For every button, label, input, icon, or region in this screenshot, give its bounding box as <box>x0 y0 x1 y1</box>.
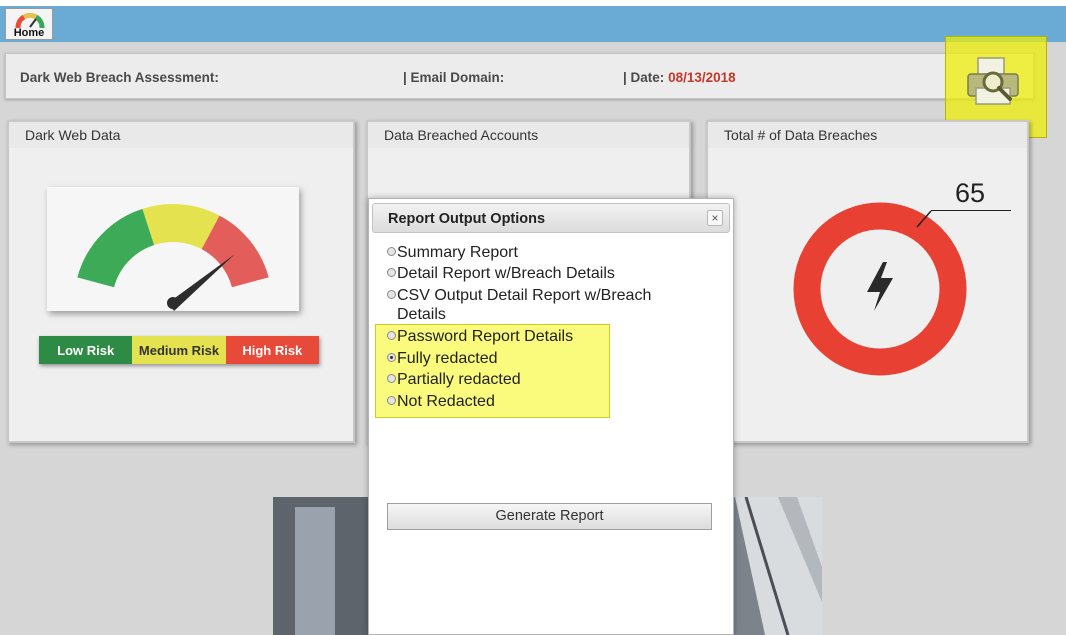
option-password-report[interactable]: Password Report Details <box>387 327 697 346</box>
radio-button[interactable] <box>387 396 396 405</box>
option-not-redacted[interactable]: Not Redacted <box>387 392 697 411</box>
report-output-dialog: Report Output Options × Summary Report D… <box>368 198 734 635</box>
radio-button[interactable] <box>387 374 396 383</box>
radio-button[interactable] <box>387 247 396 256</box>
radio-button[interactable] <box>387 268 396 277</box>
generate-report-button[interactable]: Generate Report <box>387 503 712 530</box>
option-detail-report[interactable]: Detail Report w/Breach Details <box>387 264 697 283</box>
radio-button[interactable] <box>387 290 396 299</box>
radio-button-selected[interactable] <box>387 353 396 362</box>
option-summary-report[interactable]: Summary Report <box>387 243 697 262</box>
option-partially-redacted[interactable]: Partially redacted <box>387 370 697 389</box>
option-fully-redacted[interactable]: Fully redacted <box>387 349 697 368</box>
breach-count-value: 65 <box>955 178 986 208</box>
dialog-title: Report Output Options <box>388 211 546 227</box>
dialog-title-bar: Report Output Options × <box>372 203 730 233</box>
count-leader-line <box>931 210 1011 211</box>
option-csv-report[interactable]: CSV Output Detail Report w/Breach Detail… <box>387 286 697 324</box>
close-icon[interactable]: × <box>707 210 723 226</box>
lightning-icon <box>867 262 893 311</box>
radio-button[interactable] <box>387 331 396 340</box>
